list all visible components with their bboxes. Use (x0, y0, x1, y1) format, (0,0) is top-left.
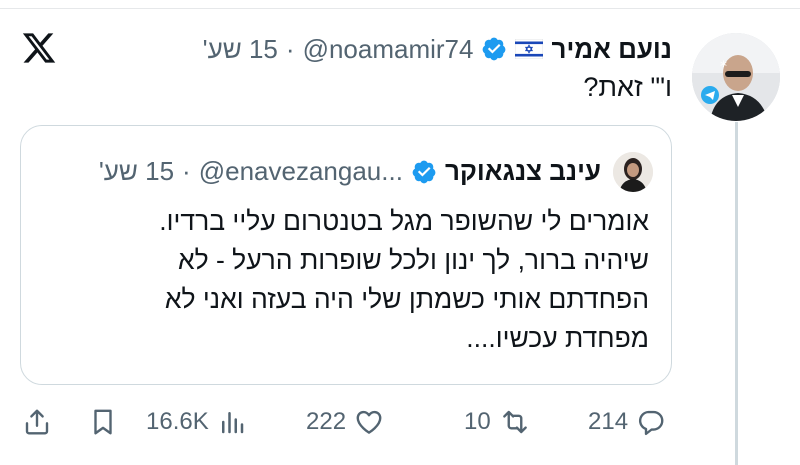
like-button[interactable]: 222 (306, 400, 384, 444)
action-bar: 16.6K 222 10 214 (0, 400, 800, 444)
like-count: 222 (306, 408, 347, 435)
quoted-avatar[interactable] (613, 152, 653, 192)
views-count: 16.6K (146, 408, 209, 435)
retweet-count: 10 (464, 408, 491, 435)
quoted-tweet-header: עינב צנגאוקר @enavezangau... · 15 שע' (99, 156, 601, 187)
quoted-text-line: הפחדתם אותי כשמתן שלי היה בעזה ואני לא (164, 284, 649, 314)
retweet-button[interactable]: 10 (464, 400, 531, 444)
verified-badge-icon (412, 160, 436, 183)
reply-button[interactable]: 214 (588, 400, 666, 444)
avatar-image: * (692, 33, 780, 121)
tweet-text: ו"' זאת? (583, 72, 672, 102)
tweet-page: * נועם אמיר @noamamir74 · 15 שע' ו"' זאת… (0, 0, 800, 465)
reply-bubble-icon (639, 410, 664, 436)
verified-badge-icon (483, 37, 506, 61)
views-chart-icon (221, 412, 243, 434)
quoted-tweet-text: אומרים לי שהשופר מגל בטנטרום עליי ברדיו.… (49, 202, 649, 358)
separator-dot: · (285, 33, 295, 64)
bookmark-icon (94, 409, 112, 435)
tweet-header: נועם אמיר @noamamir74 · 15 שע' (203, 32, 672, 66)
quoted-tweet-card[interactable]: עינב צנגאוקר @enavezangau... · 15 שע' או… (20, 125, 672, 385)
share-button[interactable] (22, 400, 52, 444)
reply-count: 214 (588, 408, 629, 435)
quoted-text-line: אומרים לי שהשופר מגל בטנטרום עליי ברדיו. (159, 206, 649, 236)
author-name[interactable]: נועם אמיר (551, 34, 672, 65)
tweet-timestamp[interactable]: 15 שע' (203, 34, 278, 65)
quoted-avatar-image (613, 152, 653, 192)
separator-dot: · (182, 156, 191, 186)
retweet-icon (502, 410, 527, 434)
quoted-author-name[interactable]: עינב צנגאוקר (445, 156, 601, 187)
divider (0, 8, 800, 9)
svg-text:*: * (720, 59, 727, 75)
views-button[interactable]: 16.6K (146, 400, 247, 444)
author-handle[interactable]: @noamamir74 (303, 34, 474, 65)
avatar[interactable]: * (692, 33, 780, 121)
bookmark-button[interactable] (88, 400, 118, 444)
heart-icon (356, 410, 382, 434)
quoted-timestamp[interactable]: 15 שע' (99, 156, 174, 187)
quoted-text-line: מפחדת עכשיו.... (466, 323, 649, 353)
quoted-text-line: שיהיה ברור, לך ינון ולכל שופרות הרעל - ל… (177, 245, 649, 275)
share-icon (25, 409, 49, 435)
israel-flag-icon (515, 39, 544, 59)
quoted-author-handle[interactable]: @enavezangau... (199, 156, 403, 187)
x-logo-icon[interactable] (20, 30, 58, 66)
